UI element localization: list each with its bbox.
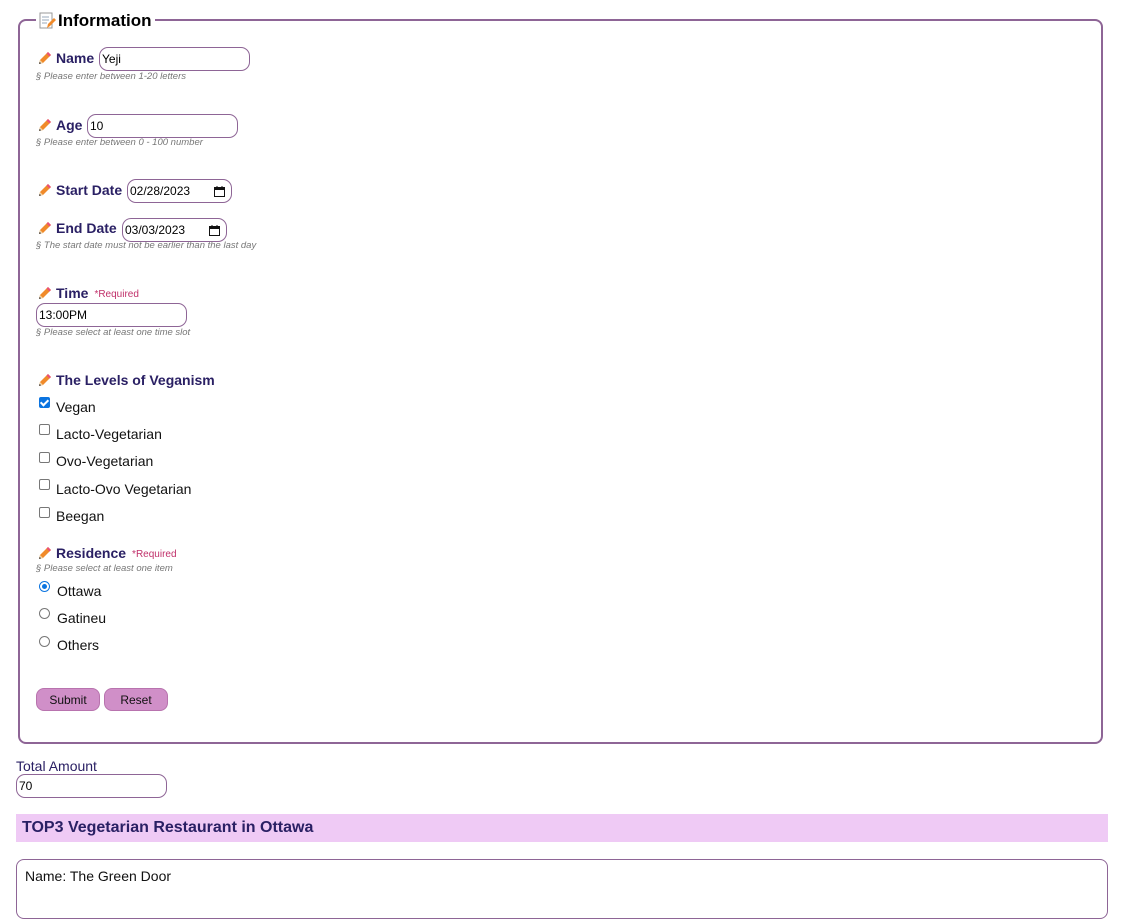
checkbox-beegan[interactable]: [39, 507, 50, 518]
option-others-label: Others: [57, 637, 100, 653]
age-input[interactable]: 10: [87, 114, 238, 138]
veganism-label: The Levels of Veganism: [37, 370, 215, 390]
time-label: Time *Required: [37, 283, 139, 303]
option-vegan-label: Vegan: [56, 399, 96, 415]
submit-button[interactable]: Submit: [36, 688, 100, 711]
start-date-value: 02/28/2023: [130, 184, 191, 198]
pencil-icon: [37, 117, 53, 133]
start-date-input[interactable]: 02/28/2023: [127, 179, 232, 203]
residence-label: Residence *Required: [37, 543, 177, 563]
time-input[interactable]: 13:00PM: [36, 303, 187, 327]
document-edit-icon: [39, 12, 56, 29]
checkbox-ovo-vegetarian[interactable]: [39, 452, 50, 463]
time-required-note: *Required: [94, 289, 139, 300]
option-ovo-vegetarian-label: Ovo-Vegetarian: [56, 453, 154, 469]
restaurant-card: Name: The Green Door: [16, 859, 1108, 919]
restaurant-name: Name: The Green Door: [25, 868, 172, 884]
legend-title: Information: [58, 11, 152, 30]
option-lacto-ovo-vegetarian-label: Lacto-Ovo Vegetarian: [56, 481, 192, 497]
pencil-icon: [37, 220, 53, 236]
option-gatineu-label: Gatineu: [57, 610, 107, 626]
radio-others[interactable]: [39, 636, 50, 647]
name-label: Name: [37, 48, 94, 68]
checkbox-lacto-ovo-vegetarian[interactable]: [39, 479, 50, 490]
name-input[interactable]: Yeji: [99, 47, 250, 71]
pencil-icon: [37, 182, 53, 198]
checkbox-vegan[interactable]: [39, 397, 50, 408]
option-ottawa-label: Ottawa: [57, 583, 102, 599]
total-amount-label: Total Amount: [16, 758, 97, 774]
end-date-value: 03/03/2023: [125, 223, 186, 237]
residence-required-note: *Required: [132, 549, 177, 560]
start-date-label: Start Date: [37, 180, 122, 200]
name-hint: § Please enter between 1-20 letters: [36, 71, 186, 82]
calendar-icon[interactable]: [214, 186, 225, 197]
total-amount-output: 70: [16, 774, 167, 798]
radio-gatineu[interactable]: [39, 608, 50, 619]
option-beegan-label: Beegan: [56, 508, 105, 524]
end-date-input[interactable]: 03/03/2023: [122, 218, 227, 242]
residence-hint: § Please select at least one item: [36, 563, 173, 574]
pencil-icon: [37, 50, 53, 66]
fieldset-legend: Information: [36, 8, 155, 34]
radio-ottawa[interactable]: [39, 581, 50, 592]
option-lacto-vegetarian-label: Lacto-Vegetarian: [56, 426, 162, 442]
end-date-label: End Date: [37, 218, 117, 238]
pencil-icon: [37, 372, 53, 388]
reset-button[interactable]: Reset: [104, 688, 168, 711]
age-hint: § Please enter between 0 - 100 number: [36, 137, 203, 148]
pencil-icon: [37, 545, 53, 561]
calendar-icon[interactable]: [209, 225, 220, 236]
checkbox-lacto-vegetarian[interactable]: [39, 424, 50, 435]
restaurants-heading: TOP3 Vegetarian Restaurant in Ottawa: [16, 814, 1108, 842]
pencil-icon: [37, 285, 53, 301]
age-label: Age: [37, 115, 82, 135]
time-hint: § Please select at least one time slot: [36, 327, 191, 338]
date-hint: § The start date must not be earlier tha…: [36, 240, 257, 251]
